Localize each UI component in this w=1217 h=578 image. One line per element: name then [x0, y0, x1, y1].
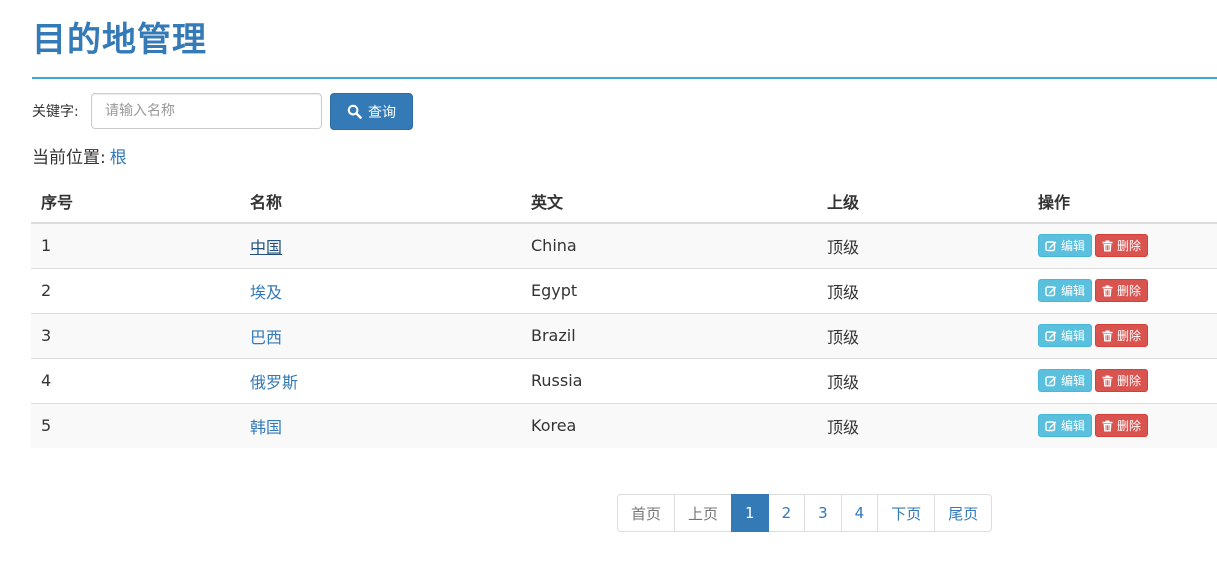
destination-name-link[interactable]: 俄罗斯 — [250, 373, 298, 392]
delete-button-label: 删除 — [1117, 329, 1142, 343]
pagination: 首页 上页 1 2 3 4 下页 尾页 — [617, 494, 993, 532]
cell-parent: 顶级 — [817, 357, 1028, 403]
page-title: 目的地管理 — [32, 20, 207, 60]
column-header-actions: 操作 — [1028, 180, 1217, 224]
edit-button[interactable]: 编辑 — [1038, 324, 1093, 347]
cell-index: 2 — [31, 267, 240, 313]
cell-parent: 顶级 — [817, 402, 1028, 448]
edit-button-label: 编辑 — [1061, 419, 1086, 434]
breadcrumb-root-link[interactable]: 根 — [110, 148, 127, 168]
edit-button-label: 编辑 — [1061, 239, 1086, 254]
table-body: 1 中国 China 顶级 编辑 删除 2 埃及 Egypt 顶级 编辑 删除 3 巴西 Brazil 顶级编… — [31, 222, 1217, 448]
trash-icon — [1102, 420, 1113, 432]
cell-name: 巴西 — [240, 312, 521, 358]
edit-button[interactable]: 编辑 — [1038, 369, 1093, 392]
cell-name: 埃及 — [240, 267, 521, 313]
search-button[interactable]: 查询 — [330, 93, 413, 130]
cell-index: 4 — [31, 357, 240, 403]
page-last-button[interactable]: 尾页 — [934, 494, 993, 532]
cell-index: 3 — [31, 312, 240, 358]
delete-button[interactable]: 删除 — [1095, 324, 1149, 347]
delete-button-label: 删除 — [1117, 239, 1142, 254]
destination-name-link[interactable]: 埃及 — [250, 283, 282, 302]
cell-english: Russia — [521, 357, 817, 403]
page-2-button[interactable]: 2 — [767, 494, 806, 532]
edit-button[interactable]: 编辑 — [1038, 234, 1093, 258]
table-row: 2 埃及 Egypt 顶级 编辑 删除 — [31, 267, 1217, 313]
destination-name-link[interactable]: 巴西 — [250, 328, 282, 347]
cell-name: 韩国 — [240, 402, 521, 448]
delete-button[interactable]: 删除 — [1095, 369, 1149, 392]
delete-button-label: 删除 — [1117, 284, 1142, 298]
breadcrumb: 当前位置: 根 — [32, 143, 127, 168]
cell-english: Egypt — [521, 267, 817, 313]
delete-button[interactable]: 删除 — [1095, 414, 1149, 438]
edit-button-label: 编辑 — [1061, 284, 1086, 298]
cell-name: 俄罗斯 — [240, 357, 521, 403]
cell-parent: 顶级 — [817, 267, 1028, 313]
edit-icon — [1045, 421, 1057, 431]
edit-icon — [1045, 285, 1057, 296]
table-row: 4 俄罗斯 Russia 顶级 编辑 删除 — [31, 357, 1217, 403]
cell-index: 5 — [31, 402, 240, 448]
trash-icon — [1102, 330, 1113, 341]
cell-index: 1 — [31, 222, 240, 268]
search-icon — [347, 104, 362, 119]
page-next-button[interactable]: 下页 — [877, 494, 936, 532]
page-4-button[interactable]: 4 — [840, 494, 879, 532]
cell-actions: 编辑 删除 — [1028, 267, 1217, 313]
cell-name: 中国 — [240, 222, 521, 268]
table-row: 3 巴西 Brazil 顶级 编辑 删除 — [31, 312, 1217, 358]
table-header-row: 序号 名称 英文 上级 操作 — [31, 180, 1217, 224]
cell-actions: 编辑 删除 — [1028, 402, 1217, 448]
edit-button-label: 编辑 — [1061, 329, 1086, 343]
trash-icon — [1102, 240, 1113, 252]
title-divider — [32, 77, 1217, 79]
edit-button-label: 编辑 — [1061, 374, 1086, 388]
edit-button[interactable]: 编辑 — [1038, 414, 1093, 438]
cell-parent: 顶级 — [817, 222, 1028, 268]
destination-table: 序号 名称 英文 上级 操作 1 中国 China 顶级 编辑 删除 2 埃及 Egypt 顶级编… — [31, 180, 1217, 448]
cell-english: China — [521, 222, 817, 268]
page-3-button[interactable]: 3 — [804, 494, 842, 532]
keyword-label: 关键字: — [32, 104, 79, 120]
trash-icon — [1102, 285, 1113, 296]
column-header-name: 名称 — [240, 180, 521, 224]
cell-actions: 编辑 删除 — [1028, 312, 1217, 358]
cell-english: Brazil — [521, 312, 817, 358]
edit-icon — [1045, 375, 1057, 386]
cell-actions: 编辑 删除 — [1028, 357, 1217, 403]
page-first-button[interactable]: 首页 — [617, 494, 676, 532]
keyword-input[interactable] — [91, 93, 322, 129]
page-1-button[interactable]: 1 — [731, 494, 769, 532]
destination-name-link[interactable]: 韩国 — [250, 418, 282, 437]
edit-button[interactable]: 编辑 — [1038, 279, 1093, 302]
delete-button[interactable]: 删除 — [1095, 234, 1149, 258]
column-header-parent: 上级 — [817, 180, 1028, 224]
cell-actions: 编辑 删除 — [1028, 222, 1217, 268]
delete-button-label: 删除 — [1117, 419, 1142, 434]
destination-name-link[interactable]: 中国 — [250, 238, 282, 257]
edit-icon — [1045, 330, 1057, 341]
cell-parent: 顶级 — [817, 312, 1028, 358]
page-prev-button[interactable]: 上页 — [674, 494, 733, 532]
location-label: 当前位置: — [32, 148, 106, 168]
trash-icon — [1102, 375, 1113, 386]
table-row: 5 韩国 Korea 顶级 编辑 删除 — [31, 402, 1217, 448]
delete-button-label: 删除 — [1117, 374, 1142, 388]
table-row: 1 中国 China 顶级 编辑 删除 — [31, 222, 1217, 268]
column-header-index: 序号 — [31, 180, 240, 224]
column-header-english: 英文 — [521, 180, 817, 224]
delete-button[interactable]: 删除 — [1095, 279, 1149, 302]
search-button-label: 查询 — [368, 104, 396, 121]
edit-icon — [1045, 241, 1057, 251]
cell-english: Korea — [521, 402, 817, 448]
